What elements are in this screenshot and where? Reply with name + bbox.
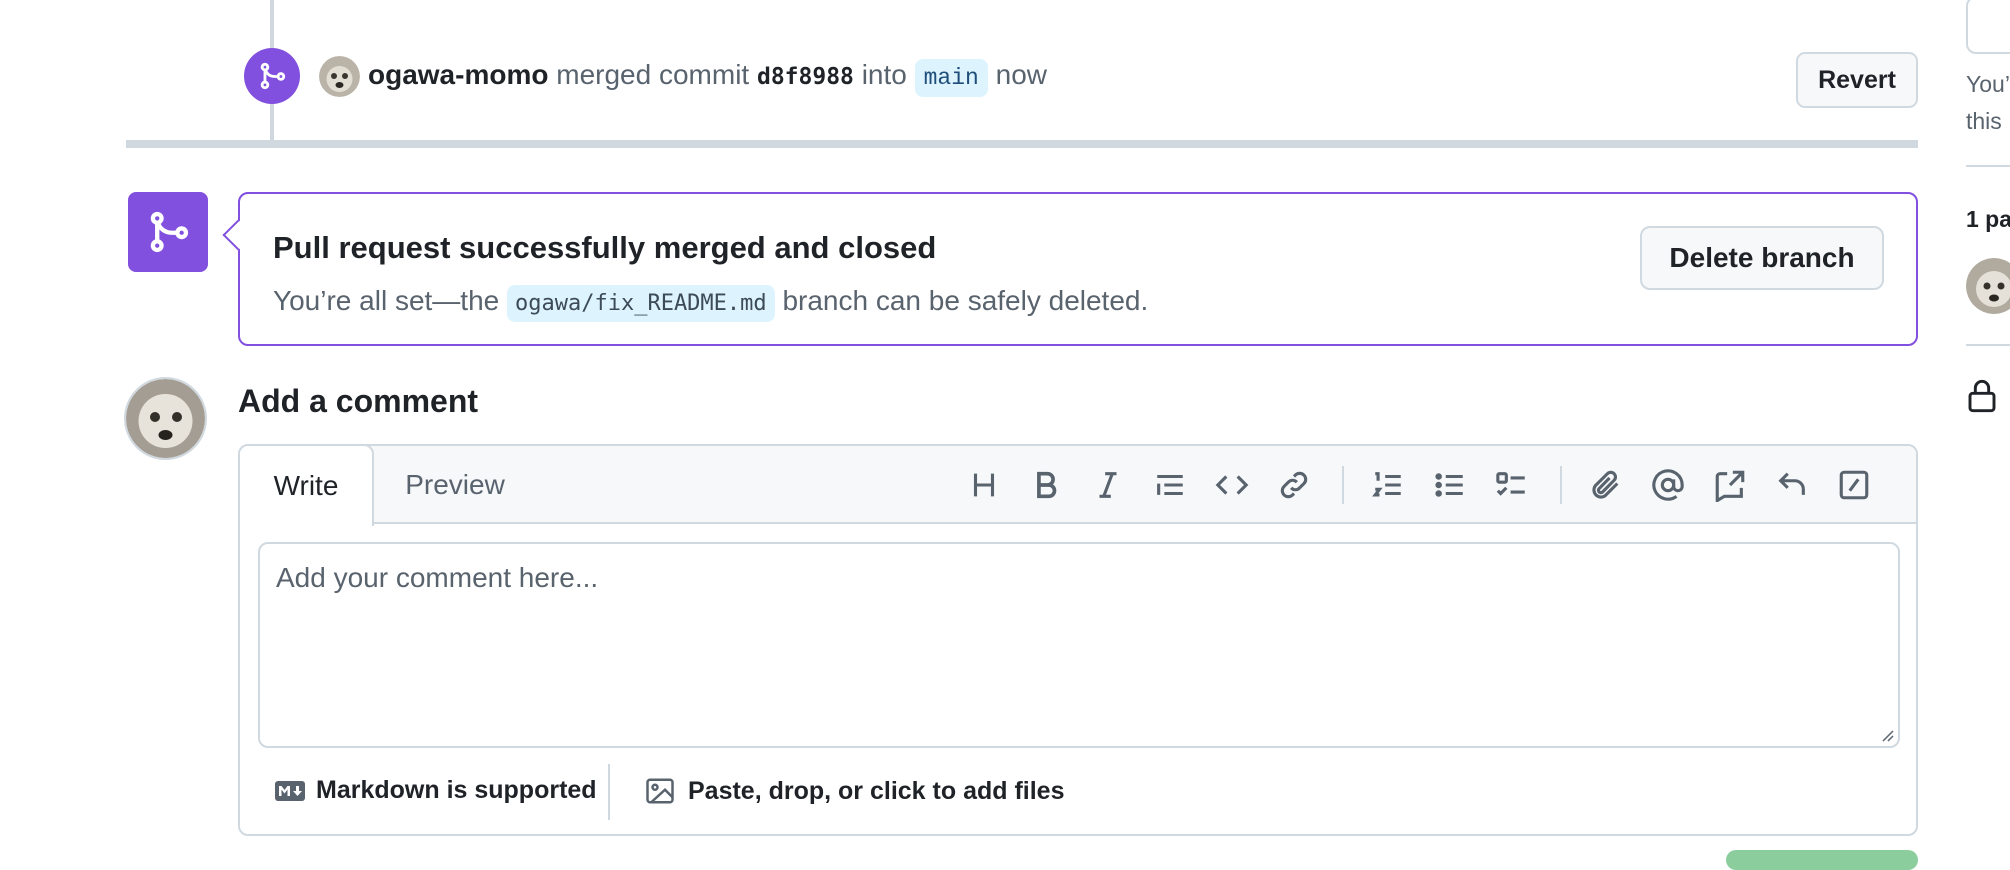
delete-branch-button[interactable]: Delete branch — [1640, 226, 1884, 290]
cross-reference-icon[interactable] — [1710, 465, 1750, 505]
sidebar-note: You’ this — [1966, 66, 2010, 140]
add-comment-heading: Add a comment — [238, 383, 479, 419]
target-branch-link[interactable]: main — [914, 59, 988, 97]
user-link[interactable]: ogawa-momo — [368, 59, 548, 90]
slash-commands-icon[interactable] — [1834, 465, 1874, 505]
sidebar-note-line-1: You’ — [1966, 71, 2010, 97]
merged-banner: Pull request successfully merged and clo… — [222, 192, 1918, 346]
avatar[interactable] — [124, 377, 207, 460]
lock-icon[interactable] — [1966, 378, 1998, 414]
link-icon[interactable] — [1274, 465, 1314, 505]
attach-icon[interactable] — [1586, 465, 1626, 505]
sidebar-input[interactable] — [1966, 0, 2010, 54]
comment-textarea[interactable]: Add your comment here... — [258, 542, 1900, 748]
toolbar-separator — [1560, 466, 1562, 504]
avatar[interactable] — [1966, 258, 2010, 314]
sidebar-note-line-2: this — [1966, 108, 2002, 134]
comment-submit-button[interactable] — [1726, 850, 1918, 870]
desc-after: branch can be safely deleted. — [782, 285, 1149, 316]
merged-description: You’re all set—the ogawa/fix_README.md b… — [273, 280, 1148, 325]
markdown-icon — [275, 780, 305, 801]
code-icon[interactable] — [1212, 465, 1252, 505]
merged-title: Pull request successfully merged and clo… — [273, 230, 937, 265]
event-action: merged commit — [556, 59, 750, 90]
task-list-icon[interactable] — [1492, 465, 1532, 505]
revert-button[interactable]: Revert — [1796, 52, 1918, 108]
add-files-label[interactable]: Paste, drop, or click to add files — [688, 777, 1065, 806]
banner-pointer — [222, 219, 254, 251]
head-branch-chip[interactable]: ogawa/fix_README.md — [507, 285, 775, 322]
timeline-divider — [126, 140, 1918, 148]
toolbar-separator — [1342, 466, 1344, 504]
merge-event-badge — [244, 48, 300, 104]
git-merge-icon — [150, 211, 189, 253]
merged-status-tile — [128, 192, 208, 272]
heading-icon[interactable] — [964, 465, 1004, 505]
quote-icon[interactable] — [1150, 465, 1190, 505]
git-merge-icon — [260, 62, 286, 90]
saved-reply-icon[interactable] — [1772, 465, 1812, 505]
image-icon — [646, 778, 674, 804]
participants-count: 1 pa — [1966, 206, 2010, 232]
merge-event-text: ogawa-momo merged commit d8f8988 into ma… — [368, 54, 1047, 99]
footer-separator — [608, 764, 610, 820]
unordered-list-icon[interactable] — [1430, 465, 1470, 505]
mention-icon[interactable] — [1648, 465, 1688, 505]
bold-icon[interactable] — [1026, 465, 1066, 505]
tab-write[interactable]: Write — [240, 446, 374, 526]
sidebar-divider — [1966, 165, 2010, 167]
tab-preview[interactable]: Preview — [390, 446, 520, 524]
into-text: into — [861, 59, 907, 90]
desc-before: You’re all set—the — [273, 285, 500, 316]
event-time[interactable]: now — [996, 59, 1047, 90]
ordered-list-icon[interactable] — [1368, 465, 1408, 505]
avatar[interactable] — [319, 56, 360, 97]
markdown-supported-link[interactable]: Markdown is supported — [274, 776, 597, 805]
add-files-button[interactable]: Paste, drop, or click to add files — [644, 776, 1065, 806]
comment-editor: Write Preview Add your comment here... M… — [238, 444, 1918, 836]
editor-header: Write Preview — [240, 446, 1916, 526]
italic-icon[interactable] — [1088, 465, 1128, 505]
sidebar-divider — [1966, 344, 2010, 346]
commit-sha-link[interactable]: d8f8988 — [757, 64, 854, 90]
markdown-label[interactable]: Markdown is supported — [316, 776, 597, 805]
resize-grip-icon[interactable] — [1878, 726, 1894, 742]
